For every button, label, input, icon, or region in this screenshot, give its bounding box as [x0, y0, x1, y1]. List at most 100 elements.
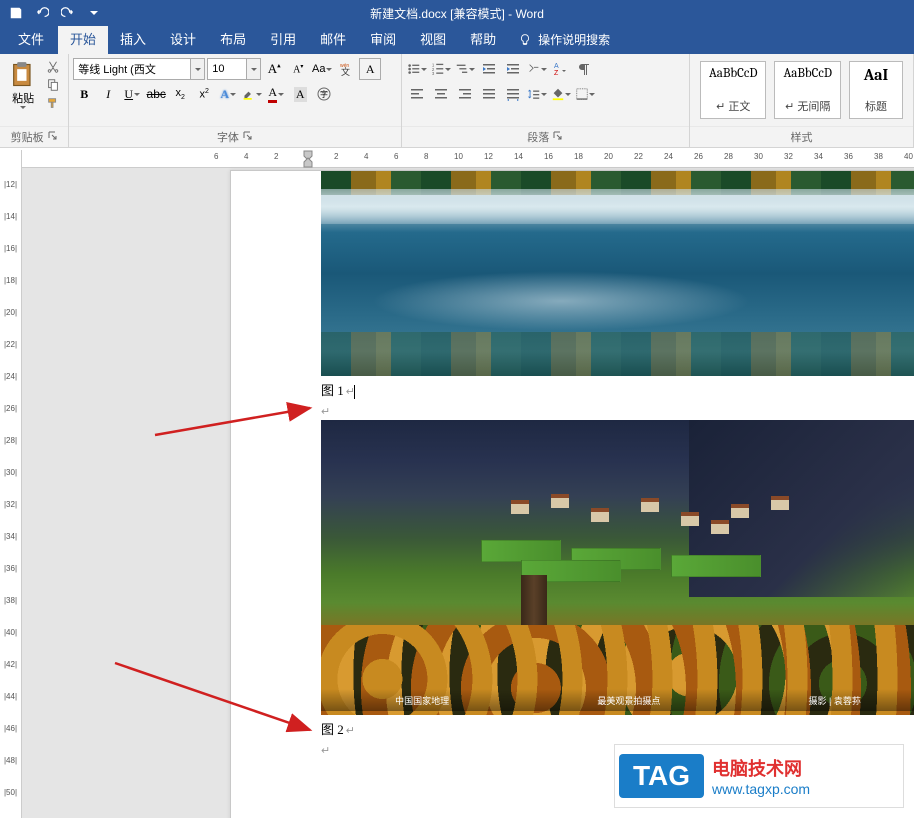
align-right-icon — [457, 86, 473, 102]
save-icon[interactable] — [4, 2, 28, 24]
font-name-value: 等线 Light (西文 — [74, 61, 190, 77]
tab-design[interactable]: 设计 — [158, 23, 208, 54]
grow-font-button[interactable]: A▴ — [263, 58, 285, 80]
font-dialog-launcher[interactable] — [243, 131, 253, 144]
caption-1[interactable]: 图 1↵ — [321, 376, 914, 403]
underline-button[interactable]: U — [121, 83, 143, 105]
tag-site-url: www.tagxp.com — [712, 781, 810, 797]
tab-insert[interactable]: 插入 — [108, 23, 158, 54]
align-right-button[interactable] — [454, 83, 476, 105]
numbering-icon: 123 — [431, 61, 445, 77]
vertical-ruler[interactable]: |12||14||16||18||20||22||24||26||28||30|… — [0, 150, 22, 818]
figure-2-image[interactable]: 中国国家地理最美观景拍摄点摄影 | 袁蓉荪 — [321, 420, 914, 715]
font-name-combo[interactable]: 等线 Light (西文 — [73, 58, 205, 80]
format-painter-button[interactable] — [43, 94, 63, 112]
tab-review[interactable]: 审阅 — [358, 23, 408, 54]
svg-text:3: 3 — [432, 71, 435, 76]
change-case-button[interactable]: Aa — [311, 58, 333, 80]
tab-view[interactable]: 视图 — [408, 23, 458, 54]
styles-label: 样式 — [790, 129, 812, 145]
style-item-2[interactable]: AaI标题 — [849, 61, 903, 119]
empty-paragraph[interactable]: ↵ — [321, 403, 914, 420]
clipboard-label: 剪贴板 — [11, 129, 44, 145]
tab-references[interactable]: 引用 — [258, 23, 308, 54]
tag-logo: TAG — [619, 754, 704, 798]
font-color-button[interactable]: A — [265, 83, 287, 105]
group-font: 等线 Light (西文 10 A▴ A▾ Aa wén文 A B I U ab… — [69, 54, 401, 147]
enclose-characters-button[interactable]: 字 — [313, 83, 335, 105]
svg-text:A: A — [554, 63, 559, 70]
paragraph-label: 段落 — [527, 129, 549, 145]
paste-label: 粘贴 — [12, 90, 34, 106]
copy-button[interactable] — [43, 76, 63, 94]
workarea: ∟ |12||14||16||18||20||22||24||26||28||3… — [0, 150, 914, 818]
format-painter-icon — [46, 96, 60, 110]
character-border-button[interactable]: A — [359, 58, 381, 80]
undo-icon[interactable] — [30, 2, 54, 24]
asian-layout-icon — [527, 61, 541, 77]
align-left-icon — [409, 86, 425, 102]
tab-file[interactable]: 文件 — [4, 23, 58, 54]
ribbon: 粘贴 剪贴板 等线 Light (西文 10 A▴ A▾ Aa wén文 — [0, 54, 914, 148]
tab-layout[interactable]: 布局 — [208, 23, 258, 54]
justify-icon — [481, 86, 497, 102]
align-center-button[interactable] — [430, 83, 452, 105]
phonetic-icon: wén文 — [338, 61, 354, 77]
group-styles: AaBbCcD↵ 正文AaBbCcD↵ 无间隔AaI标题 样式 — [690, 54, 914, 147]
indent-marker-icon[interactable] — [302, 150, 318, 168]
redo-icon[interactable] — [56, 2, 80, 24]
asian-layout-button[interactable] — [526, 58, 548, 80]
cut-button[interactable] — [43, 58, 63, 76]
highlight-button[interactable] — [241, 83, 263, 105]
paste-button[interactable]: 粘贴 — [5, 58, 41, 112]
clipboard-dialog-launcher[interactable] — [48, 131, 58, 144]
horizontal-ruler[interactable]: 642246810121416182022242628303234363840 — [22, 150, 914, 168]
borders-icon — [575, 86, 589, 102]
increase-indent-button[interactable] — [502, 58, 524, 80]
tell-me-label: 操作说明搜索 — [538, 31, 610, 48]
shrink-font-button[interactable]: A▾ — [287, 58, 309, 80]
bullets-button[interactable] — [406, 58, 428, 80]
tell-me-search[interactable]: 操作说明搜索 — [508, 25, 620, 54]
tab-mailings[interactable]: 邮件 — [308, 23, 358, 54]
style-item-0[interactable]: AaBbCcD↵ 正文 — [700, 61, 767, 119]
copy-icon — [46, 78, 60, 92]
line-spacing-button[interactable] — [526, 83, 548, 105]
tab-home[interactable]: 开始 — [58, 23, 108, 54]
character-shading-button[interactable]: A — [289, 83, 311, 105]
shading-button[interactable] — [550, 83, 572, 105]
sort-button[interactable]: AZ — [550, 58, 572, 80]
text-effects-button[interactable]: A — [217, 83, 239, 105]
decrease-indent-button[interactable] — [478, 58, 500, 80]
phonetic-guide-button[interactable]: wén文 — [335, 58, 357, 80]
superscript-button[interactable]: x2 — [193, 83, 215, 105]
tab-help[interactable]: 帮助 — [458, 23, 508, 54]
outdent-icon — [481, 61, 497, 77]
align-left-button[interactable] — [406, 83, 428, 105]
qat-dropdown-icon[interactable] — [82, 2, 106, 24]
show-marks-button[interactable] — [574, 58, 596, 80]
numbering-button[interactable]: 123 — [430, 58, 452, 80]
italic-button[interactable]: I — [97, 83, 119, 105]
bold-button[interactable]: B — [73, 83, 95, 105]
paragraph-dialog-launcher[interactable] — [553, 131, 563, 144]
multilevel-list-button[interactable] — [454, 58, 476, 80]
font-size-value: 10 — [208, 63, 246, 75]
multilevel-icon — [455, 61, 469, 77]
quick-access-toolbar — [4, 2, 106, 24]
svg-text:Z: Z — [554, 70, 559, 77]
figure-1-image[interactable] — [321, 171, 914, 376]
subscript-button[interactable]: x2 — [169, 83, 191, 105]
window-title: 新建文档.docx [兼容模式] - Word — [370, 5, 544, 22]
strikethrough-button[interactable]: abc — [145, 83, 167, 105]
indent-icon — [505, 61, 521, 77]
justify-button[interactable] — [478, 83, 500, 105]
document-page[interactable]: 图 1↵ ↵ — [230, 170, 914, 818]
distributed-button[interactable] — [502, 83, 524, 105]
highlight-icon — [242, 86, 255, 102]
svg-text:文: 文 — [341, 66, 350, 77]
style-item-1[interactable]: AaBbCcD↵ 无间隔 — [774, 61, 841, 119]
font-size-combo[interactable]: 10 — [207, 58, 261, 80]
caption-2[interactable]: 图 2↵ — [321, 715, 914, 742]
borders-button[interactable] — [574, 83, 596, 105]
